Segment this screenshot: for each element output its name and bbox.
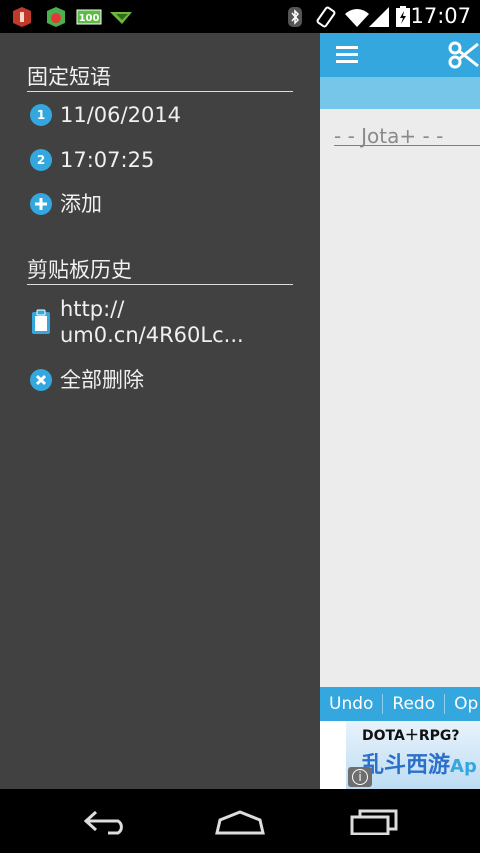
scissors-icon[interactable] <box>448 40 480 70</box>
clipboard-history-title: 剪贴板历史 <box>27 258 132 282</box>
section-divider <box>27 91 293 92</box>
plus-circle-icon <box>30 193 52 215</box>
number-one-icon: 1 <box>30 104 52 126</box>
menu-icon[interactable] <box>336 45 358 63</box>
add-phrase-label: 添加 <box>60 192 102 216</box>
home-icon[interactable] <box>214 809 266 835</box>
clipboard-history-item[interactable]: http:// um0.cn/4R60Lc... <box>30 296 244 348</box>
ad-banner[interactable]: DOTA＋RPG? 乱斗西游Ap i <box>320 721 480 789</box>
fixed-phrase-item[interactable]: 2 17:07:25 <box>30 147 154 173</box>
section-divider <box>27 284 293 285</box>
bluetooth-icon <box>288 7 302 27</box>
ad-headline: DOTA＋RPG? <box>362 728 460 744</box>
number-two-icon: 2 <box>30 149 52 171</box>
battery-100-badge-icon: 100 <box>76 9 102 25</box>
clipboard-history-text: http:// um0.cn/4R60Lc... <box>60 296 244 348</box>
delete-all-label: 全部删除 <box>60 368 144 392</box>
rotation-icon <box>316 6 336 28</box>
signal-icon <box>369 7 389 27</box>
fixed-phrase-text: 11/06/2014 <box>60 103 182 127</box>
recent-apps-icon[interactable] <box>350 809 398 835</box>
ad-title-suffix: Ap <box>450 756 477 777</box>
security-shield-app-icon <box>47 7 65 27</box>
add-phrase-button[interactable]: 添加 <box>30 191 102 217</box>
ad-info-icon[interactable]: i <box>348 767 372 787</box>
close-circle-icon <box>30 369 52 391</box>
back-icon[interactable] <box>84 809 130 835</box>
battery-charging-icon <box>396 6 410 27</box>
app-area: - - Jota+ - - Undo Redo Op DOTA＋RPG? 乱斗西… <box>0 33 480 789</box>
fixed-phrase-text: 17:07:25 <box>60 148 155 172</box>
ad-info-glyph: i <box>352 769 368 785</box>
delete-all-button[interactable]: 全部删除 <box>30 367 144 393</box>
clipboard-history-line-2: um0.cn/4R60Lc... <box>60 323 244 347</box>
ad-title-text: 乱斗西游 <box>362 753 451 778</box>
clipboard-icon <box>32 309 50 334</box>
ad-title: 乱斗西游Ap <box>362 747 477 779</box>
wifi-icon <box>345 9 369 27</box>
fire-extinguisher-app-icon <box>13 7 31 27</box>
status-clock: 17:07 <box>410 4 471 28</box>
navigation-drawer: 固定短语 1 11/06/2014 2 17:07:25 添加 剪贴板历史 ht… <box>0 33 320 789</box>
redo-button[interactable]: Redo <box>383 694 446 714</box>
status-bar: 100 17:07 <box>0 0 480 33</box>
fixed-phrases-title: 固定短语 <box>27 65 111 89</box>
fixed-phrase-item[interactable]: 1 11/06/2014 <box>30 102 181 128</box>
editor-action-bar: Undo Redo Op <box>320 687 480 721</box>
undo-button[interactable]: Undo <box>320 694 384 714</box>
system-navigation-bar <box>0 789 480 853</box>
editor-tab-strip <box>320 77 480 109</box>
editor-toolbar <box>320 33 480 77</box>
paper-plane-app-icon <box>110 12 132 24</box>
clipboard-history-line-1: http:// <box>60 297 125 321</box>
editor-cursor-line <box>334 145 480 146</box>
svg-text:100: 100 <box>79 13 100 24</box>
options-button[interactable]: Op <box>445 694 480 714</box>
